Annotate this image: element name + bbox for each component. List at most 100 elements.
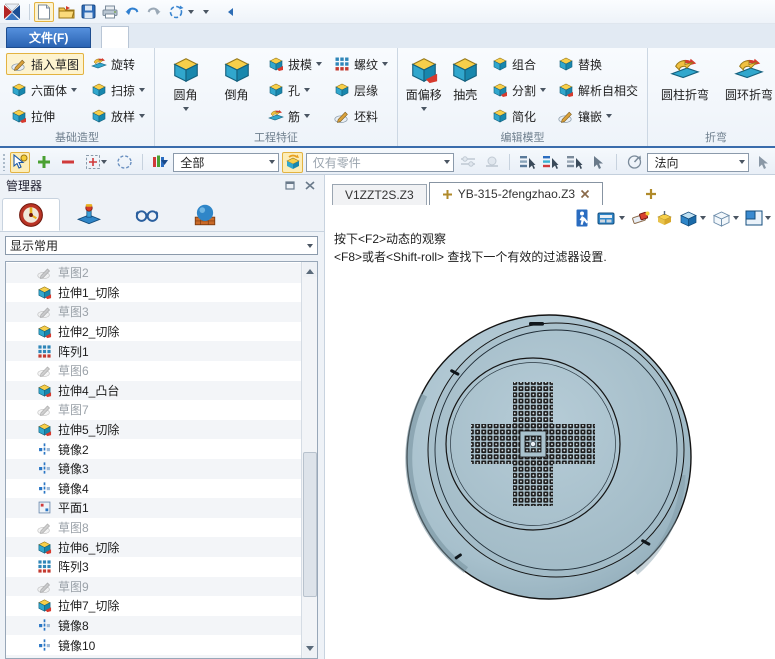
save-button[interactable] [78,2,98,22]
loft-button[interactable]: 放样 [86,105,150,127]
ribbon-tab[interactable] [207,26,233,48]
entity-filter-combobox[interactable]: 全部 [173,153,279,172]
chevron-down-icon[interactable] [382,62,388,69]
chevron-down-icon[interactable] [316,62,322,69]
stock-button[interactable]: 坯料 [329,105,393,127]
ribbon-tab[interactable] [155,26,181,48]
toroidal-bend-button[interactable]: 圆环折弯 [718,51,775,132]
pointer-tool-button[interactable] [752,152,773,173]
chevron-down-icon[interactable] [183,107,189,114]
tree-item[interactable]: 拉伸2_切除 [6,322,301,342]
tree-view-filter-combobox[interactable]: 显示常用 [5,236,318,255]
selection-filter-button[interactable] [150,152,171,173]
tree-item[interactable]: 拉伸1_切除 [6,283,301,303]
tree-item[interactable]: 拉伸4_凸台 [6,381,301,401]
split-button[interactable]: 分割 [487,79,551,101]
filter-option-button-2[interactable] [481,152,502,173]
tree-item[interactable]: 草图9 [6,577,301,597]
tree-item[interactable]: 草图2 [6,263,301,283]
rib-button[interactable]: 筋 [263,105,327,127]
chevron-down-icon[interactable] [304,88,310,95]
qat-customize-button[interactable] [196,2,216,22]
heal-self-intersection-button[interactable]: 解析自相交 [553,79,643,101]
tree-item[interactable]: 镜像4 [6,479,301,499]
insert-sketch-button[interactable]: 插入草图 [6,53,84,75]
add-to-selection-button[interactable] [33,152,54,173]
tree-item[interactable]: 拉伸6_切除 [6,537,301,557]
lasso-select-button[interactable] [114,152,135,173]
tree-item[interactable]: 阵列1 [6,341,301,361]
ribbon-tab[interactable] [233,26,259,48]
tab-assembly-manager[interactable] [60,198,118,231]
replace-button[interactable]: 替换 [553,53,643,75]
revolve-button[interactable]: 旋转 [86,53,150,75]
chevron-down-icon[interactable] [421,107,427,114]
viewport[interactable]: V1ZZT2S.Z3 YB-315-2fengzhao.Z3 [326,175,775,659]
hole-button[interactable]: 孔 [263,79,327,101]
tree-item[interactable]: 草图6 [6,361,301,381]
tree-item[interactable]: 镜像11 [6,655,301,659]
simplify-button[interactable]: 简化 [487,105,551,127]
remove-from-selection-button[interactable] [57,152,78,173]
toolbar-grip[interactable] [2,153,7,171]
tree-item[interactable]: 草图7 [6,400,301,420]
chevron-down-icon[interactable] [304,114,310,121]
ribbon-tab[interactable] [363,26,389,48]
chamfer-button[interactable]: 倒角 [212,51,261,132]
cylindrical-bend-button[interactable]: 圆柱折弯 [654,51,716,132]
direction-mode-button[interactable] [624,152,645,173]
pick-all-button[interactable] [564,152,585,173]
ribbon-tab[interactable] [181,26,207,48]
tree-item[interactable]: 草图3 [6,302,301,322]
sweep-button[interactable]: 扫掠 [86,79,150,101]
tab-rendering-manager[interactable] [176,198,234,231]
emboss-button[interactable]: 镶嵌 [553,105,643,127]
redo-button[interactable] [144,2,164,22]
fillet-button[interactable]: 圆角 [161,51,210,132]
scrollbar-thumb[interactable] [303,452,317,597]
pick-last-button[interactable] [541,152,562,173]
tree-item[interactable]: 草图8 [6,518,301,538]
chevron-down-icon[interactable] [71,88,77,95]
ribbon-tab[interactable] [415,26,441,48]
pick-scope-button[interactable] [282,152,303,173]
model-3d-part[interactable] [326,175,775,659]
draft-button[interactable]: 拔模 [263,53,327,75]
open-file-button[interactable] [56,2,76,22]
float-panel-button[interactable] [282,179,298,193]
chevron-down-icon[interactable] [540,88,546,95]
tree-scrollbar[interactable] [301,262,317,658]
tree-item[interactable]: 镜像10 [6,635,301,655]
thread-button[interactable]: 螺纹 [329,53,393,75]
chevron-down-icon[interactable] [139,114,145,121]
tab-visual-manager[interactable] [118,198,176,231]
ribbon-tab[interactable] [337,26,363,48]
ribbon-tab[interactable] [389,26,415,48]
tree-item[interactable]: 拉伸5_切除 [6,420,301,440]
lip-button[interactable]: 层缘 [329,79,393,101]
ribbon-tab[interactable] [259,26,285,48]
rotate-dropdown-arrow[interactable] [188,10,194,17]
pick-mode-button[interactable] [10,152,31,173]
tree-item[interactable]: 镜像2 [6,439,301,459]
normal-combobox[interactable]: 法向 [647,153,749,172]
face-offset-button[interactable]: 面偏移 [404,51,443,132]
scroll-down-button[interactable] [303,643,317,658]
tree-item[interactable]: 阵列3 [6,557,301,577]
combine-button[interactable]: 组合 [487,53,551,75]
pick-from-list-button[interactable] [517,152,538,173]
extrude-button[interactable]: 拉伸 [6,105,84,127]
view-rotate-button[interactable] [166,2,186,22]
tree-item[interactable]: 平面1 [6,498,301,518]
tree-item[interactable]: 拉伸7_切除 [6,596,301,616]
undo-button[interactable] [122,2,142,22]
collapse-toolbar-button[interactable] [218,2,238,22]
chevron-down-icon[interactable] [101,160,107,167]
ribbon-tab[interactable] [101,26,129,48]
scroll-up-button[interactable] [303,262,317,277]
cursor-select-button[interactable] [588,152,609,173]
tree-item[interactable]: 镜像3 [6,459,301,479]
window-select-button[interactable] [81,152,111,173]
chevron-down-icon[interactable] [606,114,612,121]
close-panel-button[interactable] [302,179,318,193]
